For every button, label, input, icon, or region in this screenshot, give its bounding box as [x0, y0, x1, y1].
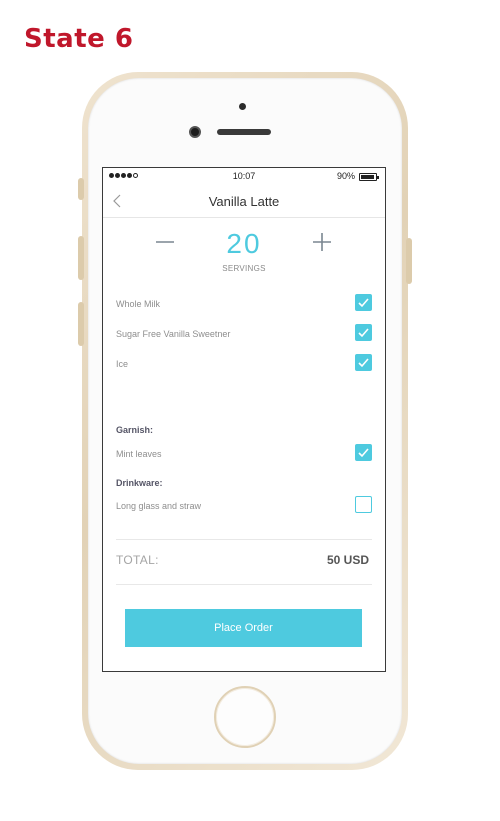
- earpiece-speaker: [217, 129, 271, 135]
- option-label: Ice: [116, 359, 129, 369]
- garnish-heading: Garnish:: [116, 425, 154, 435]
- checkmark-icon: [358, 328, 369, 338]
- total-label: TOTAL:: [116, 553, 159, 567]
- servings-label: SERVINGS: [222, 264, 266, 273]
- plus-icon[interactable]: [310, 230, 334, 254]
- option-checkbox[interactable]: [355, 294, 372, 311]
- page-title: Vanilla Latte: [208, 194, 280, 209]
- option-checkbox[interactable]: [355, 324, 372, 341]
- option-row-sweetener: Sugar Free Vanilla Sweetner: [116, 324, 372, 346]
- option-row-whole-milk: Whole Milk: [116, 294, 372, 316]
- volume-down-button: [78, 302, 84, 346]
- option-label: Long glass and straw: [116, 501, 202, 511]
- checkmark-icon: [358, 358, 369, 368]
- battery-icon: [359, 173, 379, 181]
- option-label: Mint leaves: [116, 449, 162, 459]
- mute-switch: [78, 178, 84, 200]
- battery-percent: 90%: [336, 171, 355, 181]
- option-row-mint: Mint leaves: [116, 444, 372, 466]
- state-title: State 6: [24, 24, 134, 54]
- front-camera: [189, 126, 201, 138]
- servings-stepper: 20 SERVINGS: [103, 218, 385, 280]
- volume-up-button: [78, 236, 84, 280]
- app-screen: 10:07 90% Vanilla Latte 20 SERVINGS Whol…: [102, 167, 386, 672]
- option-label: Whole Milk: [116, 299, 161, 309]
- status-bar: 10:07 90%: [103, 168, 385, 186]
- option-checkbox[interactable]: [355, 496, 372, 513]
- option-checkbox[interactable]: [355, 444, 372, 461]
- total-value: 50 USD: [326, 553, 369, 567]
- power-button: [406, 238, 412, 284]
- nav-bar: Vanilla Latte: [103, 186, 385, 218]
- option-row-ice: Ice: [116, 354, 372, 376]
- checkmark-icon: [358, 448, 369, 458]
- home-button-icon[interactable]: [214, 686, 276, 748]
- servings-count: 20: [226, 228, 262, 259]
- option-checkbox[interactable]: [355, 354, 372, 371]
- drinkware-heading: Drinkware:: [116, 478, 163, 488]
- proximity-sensor: [239, 103, 246, 110]
- option-label: Sugar Free Vanilla Sweetner: [116, 329, 231, 339]
- divider: [116, 584, 372, 585]
- checkmark-icon: [358, 298, 369, 308]
- battery-fill: [361, 175, 374, 179]
- option-row-glass: Long glass and straw: [116, 496, 372, 518]
- place-order-button[interactable]: Place Order: [125, 609, 362, 647]
- divider: [116, 539, 372, 540]
